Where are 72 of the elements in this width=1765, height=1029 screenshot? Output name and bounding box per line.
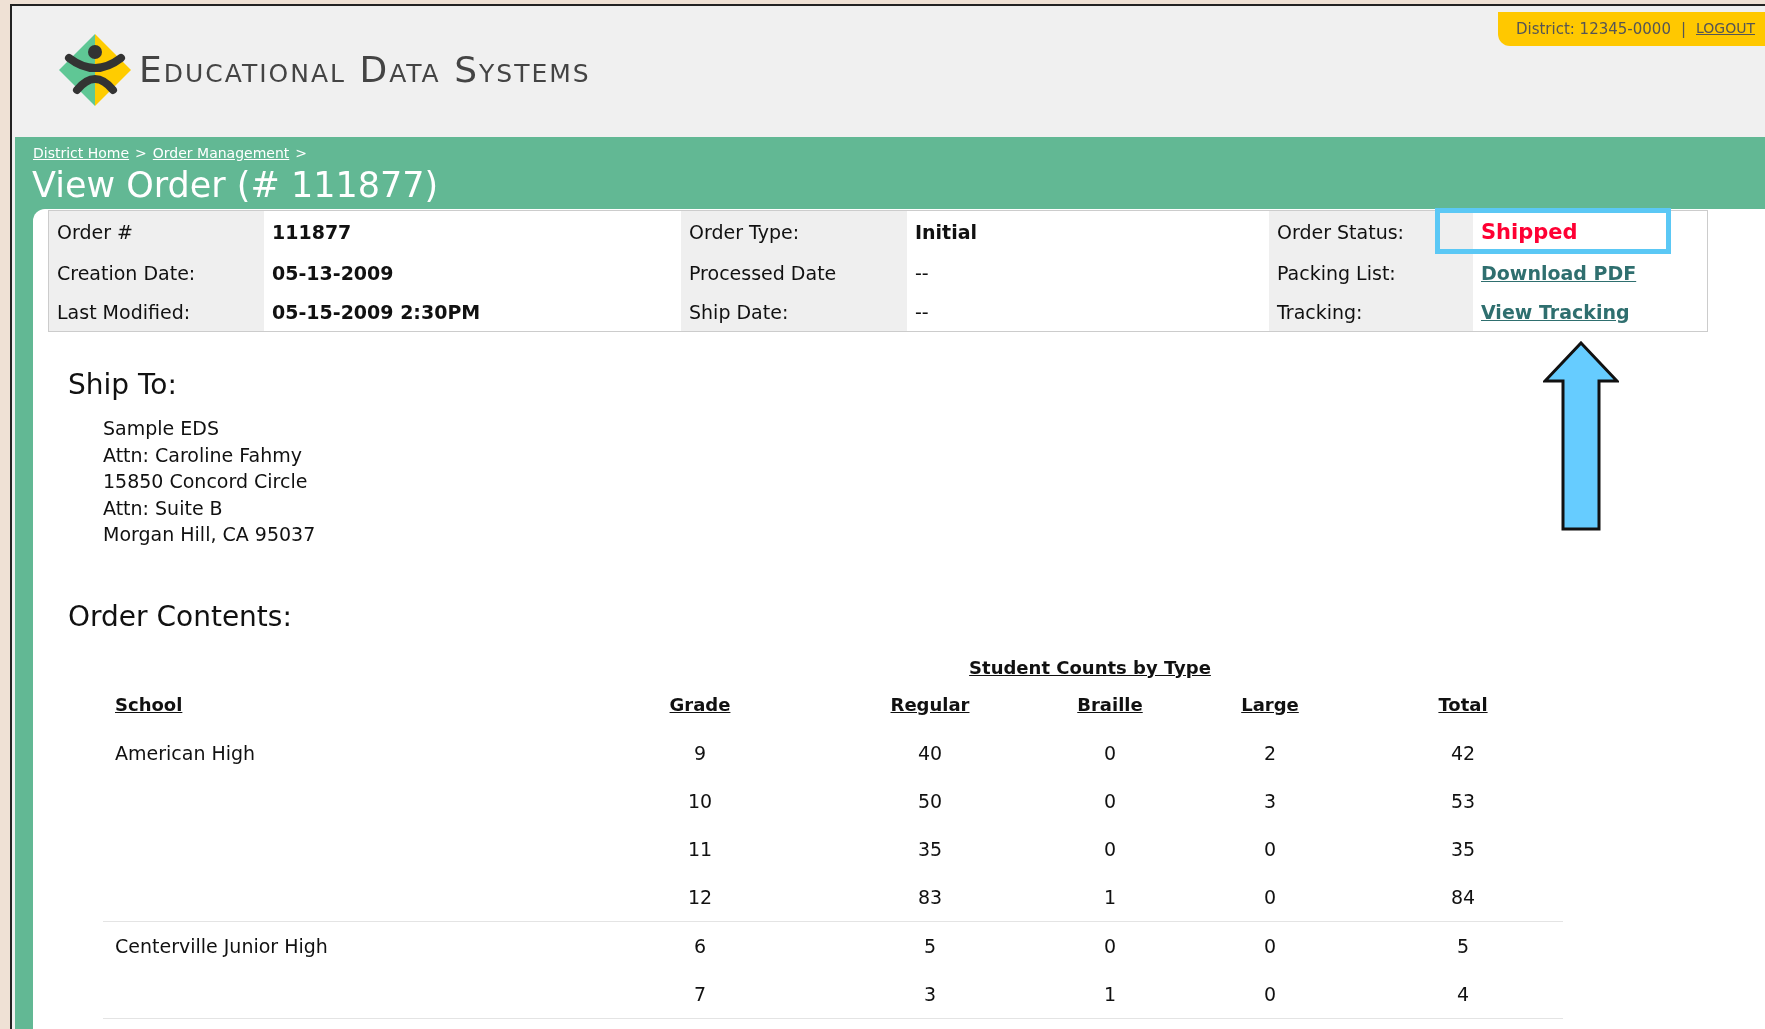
table-cell: 42 (1450, 741, 1476, 764)
table-cell: 35 (917, 837, 943, 860)
breadcrumb-separator: > (135, 145, 147, 161)
field-label: Order Status: (1269, 210, 1473, 253)
field-label: Order Type: (681, 210, 907, 253)
field-value: 111877 (272, 221, 352, 243)
field-value: -- (915, 300, 929, 323)
field-label: Ship Date: (681, 292, 907, 332)
field-value: 05-13-2009 (272, 261, 394, 284)
school-name: Centerville Junior High (115, 934, 328, 957)
field-label: Processed Date (681, 253, 907, 292)
table-cell: 0 (1263, 837, 1277, 860)
field-label: Tracking: (1269, 292, 1473, 332)
table-cell: 40 (917, 741, 943, 764)
page-title: View Order (# 111877) (31, 164, 440, 207)
column-group-header: Student Counts by Type (969, 656, 1211, 678)
field-label: Packing List: (1269, 253, 1473, 292)
address-line: 15850 Concord Circle (103, 469, 309, 494)
table-cell: 12 (687, 885, 713, 908)
table-cell: 50 (917, 789, 943, 812)
table-cell: 0 (1103, 934, 1117, 957)
order-status: Shipped (1481, 220, 1578, 244)
table-cell: 7 (693, 982, 707, 1005)
table-cell: 35 (1450, 837, 1476, 860)
field-value: -- (915, 261, 929, 284)
table-cell: 9 (693, 741, 707, 764)
field-value: Initial (915, 221, 978, 243)
separator: | (1680, 20, 1686, 38)
table-cell: 0 (1263, 982, 1277, 1005)
table-cell: 0 (1103, 741, 1117, 764)
column-header: Total (1438, 693, 1488, 715)
field-label: Creation Date: (48, 253, 264, 292)
field-link[interactable]: Download PDF (1481, 261, 1637, 284)
table-cell: 11 (687, 837, 713, 860)
table-cell: 83 (917, 885, 943, 908)
address-line: Attn: Caroline Fahmy (103, 442, 303, 468)
table-cell: 5 (1456, 934, 1470, 957)
table-cell: 2 (1263, 741, 1277, 764)
table-cell: 3 (923, 982, 937, 1005)
table-cell: 10 (687, 789, 713, 812)
table-cell: 1 (1103, 885, 1117, 908)
table-cell: 3 (1263, 789, 1277, 812)
address-line: Sample EDS (103, 416, 220, 441)
table-cell: 5 (923, 934, 937, 957)
column-header: Braille (1077, 693, 1143, 715)
table-cell: 4 (1456, 982, 1470, 1005)
table-cell: 1 (1103, 982, 1117, 1005)
table-cell: 0 (1263, 885, 1277, 908)
table-cell: 0 (1263, 934, 1277, 957)
logout-link[interactable]: LOGOUT (1696, 20, 1755, 38)
table-cell: 0 (1103, 789, 1117, 812)
breadcrumb-separator: > (295, 145, 308, 161)
table-cell: 84 (1450, 885, 1476, 908)
table-cell: 6 (693, 934, 707, 957)
column-header: Regular (890, 693, 970, 715)
logo-text: Educational Data Systems (139, 49, 591, 90)
table-cell: 0 (1103, 837, 1117, 860)
section-heading: Ship To: (68, 368, 178, 401)
column-header: Large (1241, 693, 1299, 715)
address-line: Attn: Suite B (103, 495, 224, 521)
field-value: 05-15-2009 2:30PM (272, 300, 481, 323)
address-line: Morgan Hill, CA 95037 (103, 522, 317, 547)
field-label: Order # (48, 210, 264, 253)
section-heading: Order Contents: (68, 599, 293, 633)
district-label: District: 12345-0000 (1515, 20, 1671, 38)
field-label: Last Modified: (48, 292, 264, 332)
school-name: American High (115, 741, 256, 764)
column-header: School (115, 693, 183, 715)
field-link[interactable]: View Tracking (1481, 300, 1630, 323)
logo-icon (57, 31, 133, 108)
column-header: Grade (669, 693, 731, 715)
table-cell: 53 (1450, 789, 1476, 812)
